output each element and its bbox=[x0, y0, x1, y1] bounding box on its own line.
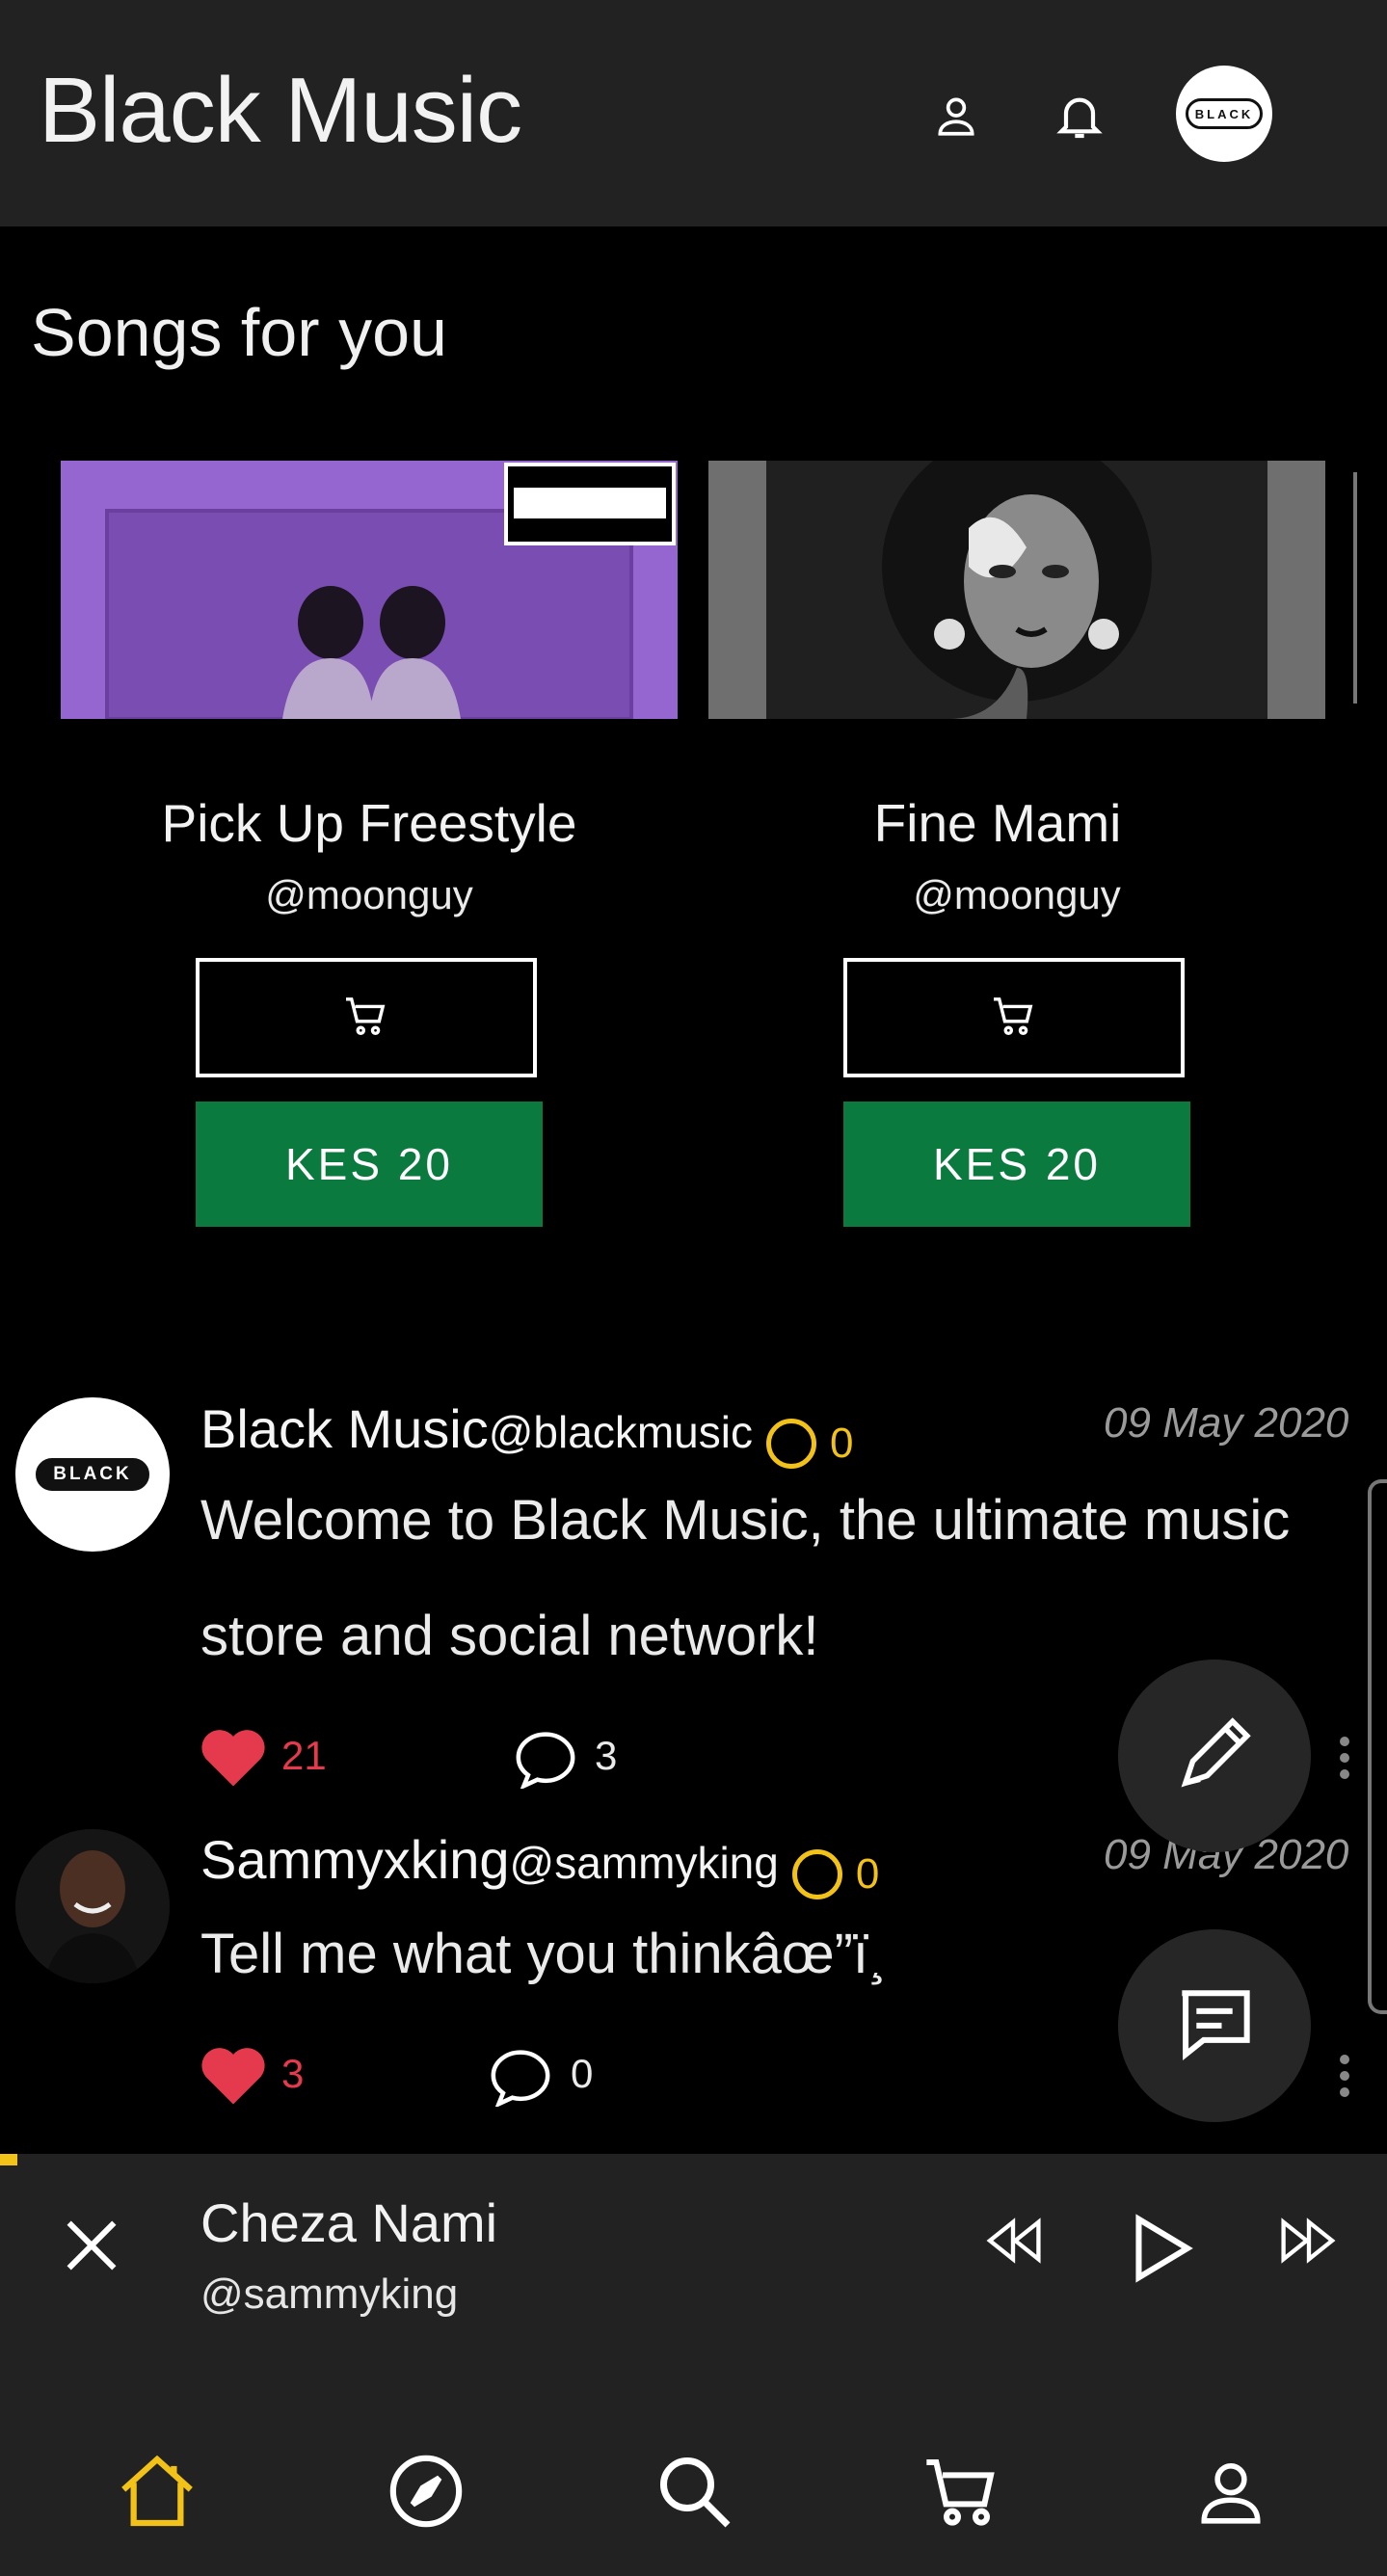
compose-post-button[interactable] bbox=[1118, 1660, 1311, 1852]
player-progress bbox=[0, 2154, 17, 2165]
close-icon bbox=[53, 2220, 130, 2288]
price-button[interactable]: KES 20 bbox=[196, 1102, 543, 1227]
price-button[interactable]: KES 20 bbox=[843, 1102, 1190, 1227]
cart-icon bbox=[992, 996, 1036, 1041]
post-text: Welcome to Black Music, the ultimate mus… bbox=[200, 1489, 1291, 1552]
previous-button[interactable] bbox=[978, 2217, 1048, 2270]
cart-icon bbox=[344, 996, 388, 1041]
user-icon[interactable] bbox=[1187, 2448, 1274, 2535]
rewind-icon bbox=[978, 2217, 1048, 2269]
like-count: 21 bbox=[281, 1733, 327, 1778]
post-author-handle[interactable]: @blackmusic bbox=[489, 1407, 753, 1457]
song-title[interactable]: Fine Mami bbox=[689, 792, 1306, 854]
post-text: store and social network! bbox=[200, 1605, 819, 1667]
avatar[interactable]: BLACK bbox=[15, 1397, 170, 1552]
song-title[interactable]: Pick Up Freestyle bbox=[61, 792, 678, 854]
header-avatar[interactable]: BLACK bbox=[1176, 66, 1272, 162]
play-button[interactable] bbox=[1128, 2213, 1195, 2289]
chat-button[interactable] bbox=[1118, 1929, 1311, 2122]
app-title: Black Music bbox=[39, 59, 522, 162]
post-menu-button[interactable] bbox=[1340, 1730, 1351, 1786]
user-icon[interactable] bbox=[922, 82, 990, 149]
post-author-handle[interactable]: @sammyking bbox=[510, 1838, 779, 1888]
post-header: Black Music@blackmusic 0 bbox=[200, 1397, 853, 1469]
bell-icon[interactable] bbox=[1046, 82, 1113, 149]
post-text: Tell me what you thinkâœ”ï¸ bbox=[200, 1923, 888, 1985]
comment-count: 3 bbox=[595, 1733, 618, 1778]
song-cover-2[interactable] bbox=[708, 461, 1325, 719]
black-logo: BLACK bbox=[33, 1455, 152, 1494]
black-logo: BLACK bbox=[1186, 98, 1263, 129]
close-player-button[interactable] bbox=[53, 2207, 130, 2289]
coin-icon bbox=[765, 1418, 816, 1469]
post-menu-button[interactable] bbox=[1340, 2048, 1351, 2104]
message-icon bbox=[1171, 1982, 1258, 2070]
coin-count: 0 bbox=[855, 1849, 880, 1898]
edge-panel-handle[interactable] bbox=[1368, 1479, 1387, 2014]
play-icon bbox=[1128, 2214, 1195, 2288]
add-to-cart-button[interactable] bbox=[843, 958, 1185, 1077]
comment-button[interactable] bbox=[513, 1729, 578, 1793]
home-icon[interactable] bbox=[114, 2448, 200, 2535]
song-artist[interactable]: @moonguy bbox=[61, 872, 678, 918]
post-author-name[interactable]: Sammyxking bbox=[200, 1829, 510, 1890]
next-card-edge bbox=[1353, 472, 1357, 704]
songs-section-title: Songs for you bbox=[31, 295, 447, 370]
compass-icon[interactable] bbox=[383, 2448, 469, 2535]
like-count: 3 bbox=[281, 2051, 305, 2096]
avatar[interactable] bbox=[15, 1829, 170, 1983]
player-track-artist: @sammyking bbox=[200, 2271, 459, 2318]
like-button[interactable] bbox=[199, 1725, 268, 1792]
coin-icon bbox=[791, 1848, 842, 1899]
player-track-title: Cheza Nami bbox=[200, 2192, 498, 2253]
coin-count: 0 bbox=[829, 1419, 854, 1467]
post-date: 09 May 2020 bbox=[1104, 1399, 1349, 1447]
song-cover-1[interactable] bbox=[61, 461, 678, 719]
post-author-name[interactable]: Black Music bbox=[200, 1398, 489, 1459]
song-artist[interactable]: @moonguy bbox=[708, 872, 1325, 918]
comment-button[interactable] bbox=[488, 2047, 553, 2111]
post-header: Sammyxking@sammyking 0 bbox=[200, 1828, 879, 1899]
comment-count: 0 bbox=[571, 2051, 594, 2096]
fast-forward-icon bbox=[1274, 2217, 1344, 2269]
cart-icon[interactable] bbox=[919, 2448, 1005, 2535]
like-button[interactable] bbox=[199, 2043, 268, 2110]
pencil-icon bbox=[1171, 1711, 1258, 1802]
add-to-cart-button[interactable] bbox=[196, 958, 537, 1077]
next-button[interactable] bbox=[1274, 2217, 1344, 2270]
search-icon[interactable] bbox=[651, 2448, 737, 2535]
